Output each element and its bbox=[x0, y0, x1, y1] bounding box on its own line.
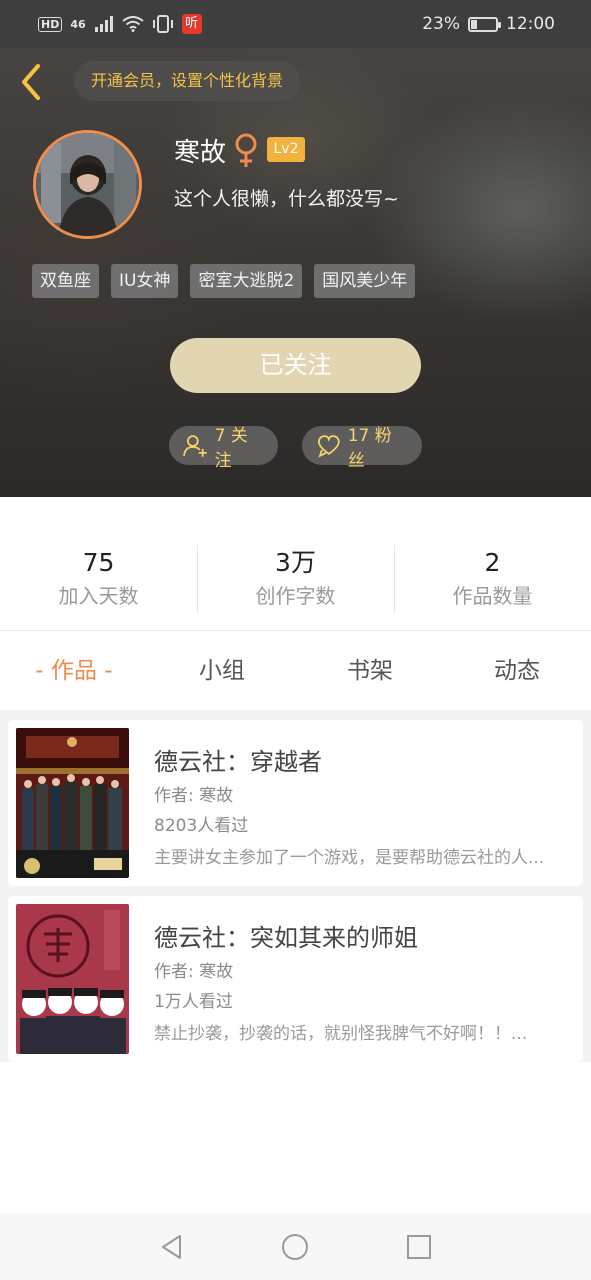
clock: 12:00 bbox=[506, 14, 555, 34]
battery-percent: 23% bbox=[422, 14, 460, 34]
vip-background-prompt[interactable]: 开通会员，设置个性化背景 bbox=[74, 61, 301, 101]
username: 寒故 bbox=[174, 138, 227, 168]
work-views: 8203人看过 bbox=[154, 816, 249, 836]
tab-activity[interactable]: 动态 bbox=[467, 632, 567, 710]
avatar-image bbox=[36, 133, 139, 236]
signal-icon bbox=[94, 16, 113, 32]
work-author: 作者: 寒故 bbox=[154, 786, 234, 806]
battery-icon bbox=[468, 16, 501, 32]
work-views: 1万人看过 bbox=[154, 992, 233, 1012]
work-description: 禁止抄袭，抄袭的话，就别怪我脾气不好啊！！... bbox=[154, 1024, 528, 1044]
stat-works-count: 2 作品数量 bbox=[394, 545, 591, 611]
tab-works[interactable]: - 作品 - bbox=[14, 632, 134, 710]
heart-chat-icon bbox=[318, 434, 340, 458]
stat-join-days: 75 加入天数 bbox=[0, 545, 197, 611]
stat-label: 创作字数 bbox=[255, 584, 336, 608]
hd-indicator: HD bbox=[38, 16, 63, 32]
tag-item[interactable]: IU女神 bbox=[111, 264, 179, 298]
fans-count: 17 粉丝 bbox=[347, 425, 392, 471]
nav-home-button[interactable] bbox=[275, 1227, 315, 1267]
stat-value: 75 bbox=[82, 548, 115, 577]
female-icon bbox=[235, 133, 257, 167]
avatar[interactable] bbox=[33, 130, 142, 239]
tab-bar: - 作品 - 小组 书架 动态 bbox=[0, 632, 591, 710]
work-card[interactable]: 德云社：突如其来的师姐 作者: 寒故 1万人看过 禁止抄袭，抄袭的话，就别怪我脾… bbox=[8, 896, 583, 1062]
work-description: 主要讲女主参加了一个游戏，是要帮助德云社的人... bbox=[154, 848, 545, 868]
work-cover bbox=[16, 904, 129, 1054]
fans-button[interactable]: 17 粉丝 bbox=[302, 426, 422, 471]
follows-button[interactable]: 7 关注 bbox=[169, 426, 278, 471]
stat-value: 2 bbox=[484, 548, 501, 577]
stat-value: 3万 bbox=[275, 548, 316, 577]
tag-item[interactable]: 国风美少年 bbox=[314, 264, 416, 298]
follow-button[interactable]: 已关注 bbox=[170, 338, 421, 393]
tag-list: 双鱼座 IU女神 密室大逃脱2 国风美少年 bbox=[32, 264, 416, 298]
user-add-icon bbox=[183, 434, 207, 457]
wifi-icon bbox=[122, 16, 144, 32]
level-badge: Lv2 bbox=[267, 137, 305, 162]
nav-recents-button[interactable] bbox=[399, 1227, 439, 1267]
listen-app-icon: 听 bbox=[181, 14, 202, 34]
profile-stats: 75 加入天数 3万 创作字数 2 作品数量 bbox=[0, 497, 591, 631]
network-type: 46 bbox=[70, 17, 86, 31]
square-recents-icon bbox=[407, 1234, 432, 1259]
stat-label: 加入天数 bbox=[58, 584, 139, 608]
status-bar: HD 46 听 23% 12:00 bbox=[0, 0, 591, 48]
bio: 这个人很懒，什么都没写~ bbox=[174, 188, 399, 210]
circle-home-icon bbox=[282, 1233, 309, 1260]
tag-item[interactable]: 双鱼座 bbox=[32, 264, 99, 298]
status-left: HD 46 听 bbox=[38, 14, 202, 34]
tag-item[interactable]: 密室大逃脱2 bbox=[190, 264, 303, 298]
work-author: 作者: 寒故 bbox=[154, 962, 234, 982]
stat-label: 作品数量 bbox=[452, 584, 533, 608]
system-nav-bar bbox=[0, 1213, 591, 1280]
chevron-left-icon bbox=[22, 64, 40, 100]
vibrate-icon bbox=[152, 15, 173, 33]
status-right: 23% 12:00 bbox=[422, 14, 555, 34]
work-title: 德云社：穿越者 bbox=[154, 748, 322, 776]
work-cover bbox=[16, 728, 129, 878]
tab-bookshelf[interactable]: 书架 bbox=[320, 632, 420, 710]
stat-word-count: 3万 创作字数 bbox=[197, 545, 394, 611]
work-title: 德云社：突如其来的师姐 bbox=[154, 924, 418, 952]
triangle-back-icon bbox=[161, 1234, 181, 1259]
tab-groups[interactable]: 小组 bbox=[172, 632, 272, 710]
follows-count: 7 关注 bbox=[214, 425, 248, 471]
back-button[interactable] bbox=[16, 62, 48, 102]
nav-back-button[interactable] bbox=[152, 1227, 192, 1267]
work-card[interactable]: 德云社：穿越者 作者: 寒故 8203人看过 主要讲女主参加了一个游戏，是要帮助… bbox=[8, 720, 583, 886]
